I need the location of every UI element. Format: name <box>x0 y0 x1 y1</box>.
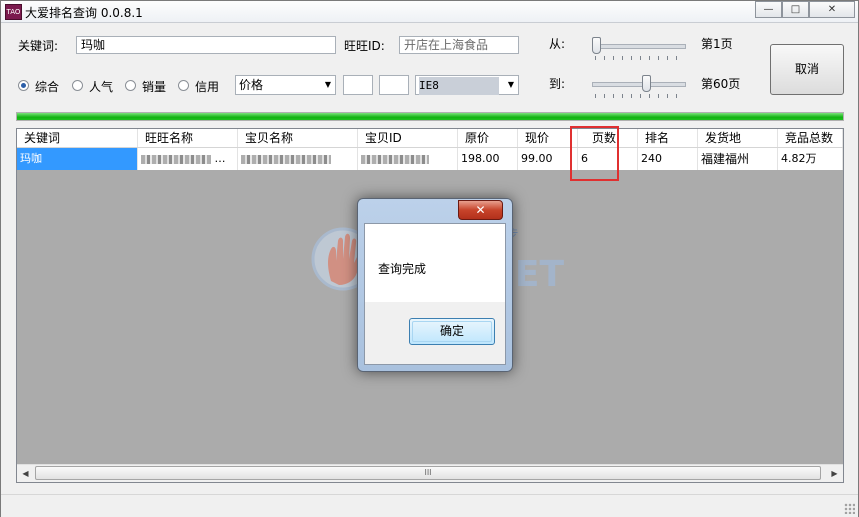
keyword-label: 关键词: <box>18 39 59 53</box>
cell-keyword: 玛咖 <box>17 148 138 170</box>
app-icon: TAO <box>5 4 22 20</box>
sort-option-label: 综合 <box>35 80 60 94</box>
cell-wangwang: … <box>138 148 238 170</box>
scroll-right-icon[interactable]: ▶ <box>826 465 843 482</box>
column-header-total[interactable]: 竞品总数 <box>778 129 843 147</box>
cell-title <box>238 148 358 170</box>
ok-button-label: 确定 <box>439 324 464 338</box>
radio-综合[interactable] <box>18 80 29 91</box>
column-header-orig-price[interactable]: 原价 <box>458 129 518 147</box>
column-header-id[interactable]: 宝贝ID <box>358 129 458 147</box>
minimize-button[interactable]: — <box>755 1 782 18</box>
message-dialog: ✕ 查询完成 确定 <box>357 198 513 372</box>
column-header-location[interactable]: 发货地 <box>698 129 778 147</box>
chevron-down-icon: ▼ <box>324 80 331 89</box>
progress-bar <box>16 112 844 121</box>
wangwang-input[interactable]: 开店在上海食品 <box>399 36 519 54</box>
column-header-wangwang[interactable]: 旺旺名称 <box>138 129 238 147</box>
window-title: 大爱排名查询 0.0.8.1 <box>25 6 143 20</box>
to-slider-thumb[interactable] <box>641 75 651 92</box>
column-header-keyword[interactable]: 关键词 <box>17 129 138 147</box>
highlight-box <box>570 126 619 181</box>
browser-select-value: IE8 <box>419 77 499 95</box>
keyword-input[interactable]: 玛咖 <box>76 36 336 54</box>
sort-option-label: 信用 <box>195 80 220 94</box>
cell-location: 福建福州 <box>698 148 778 170</box>
resize-grip-icon[interactable] <box>844 503 855 514</box>
cell-id <box>358 148 458 170</box>
blurred-text <box>141 154 211 164</box>
radio-销量[interactable] <box>125 80 136 91</box>
radio-信用[interactable] <box>178 80 189 91</box>
cell-price: 99.00 <box>518 148 578 170</box>
progress-fill <box>17 113 843 120</box>
from-slider-ticks <box>595 56 685 60</box>
to-slider-ticks <box>595 94 685 98</box>
browser-select[interactable]: IE8 ▼ <box>415 75 519 95</box>
sort-option-label: 销量 <box>142 80 167 94</box>
blurred-text <box>241 154 331 164</box>
main-window: TAO 大爱排名查询 0.0.8.1 — □ ✕ 关键词: 玛咖 旺旺ID: 开… <box>0 0 859 517</box>
cell-wangwang-suffix: … <box>214 152 226 165</box>
cancel-button[interactable]: 取消 <box>770 44 844 95</box>
to-label: 到: <box>549 77 566 91</box>
from-page-slider[interactable] <box>592 44 686 49</box>
scroll-thumb[interactable]: III <box>35 466 821 480</box>
cell-total: 4.82万 <box>778 148 843 170</box>
dialog-body: 查询完成 确定 <box>364 223 506 365</box>
table-header: 关键词 旺旺名称 宝贝名称 宝贝ID 原价 现价 页数 排名 发货地 竞品总数 <box>17 129 843 148</box>
dialog-close-button[interactable]: ✕ <box>458 200 503 220</box>
dialog-message-area: 查询完成 <box>365 224 505 302</box>
cell-orig-price: 198.00 <box>458 148 518 170</box>
table-row[interactable]: 玛咖 … 198.00 99.00 6 240 福建福州 4.82万 <box>17 148 843 170</box>
chevron-down-icon: ▼ <box>507 80 514 89</box>
radio-人气[interactable] <box>72 80 83 91</box>
column-header-rank[interactable]: 排名 <box>638 129 698 147</box>
ok-button[interactable]: 确定 <box>409 318 495 345</box>
horizontal-scrollbar[interactable]: ◀ III ▶ <box>17 464 843 482</box>
price-min-input[interactable] <box>343 75 373 95</box>
close-button[interactable]: ✕ <box>809 1 855 18</box>
wangwang-label: 旺旺ID: <box>344 39 385 53</box>
title-bar: TAO 大爱排名查询 0.0.8.1 — □ ✕ <box>1 1 858 23</box>
scroll-left-icon[interactable]: ◀ <box>17 465 34 482</box>
from-page-label: 第1页 <box>701 37 733 51</box>
from-label: 从: <box>549 37 566 51</box>
blurred-text <box>361 154 429 164</box>
dialog-message: 查询完成 <box>378 262 427 276</box>
column-header-price[interactable]: 现价 <box>518 129 578 147</box>
column-header-title[interactable]: 宝贝名称 <box>238 129 358 147</box>
cell-rank: 240 <box>638 148 698 170</box>
status-bar <box>1 494 858 517</box>
price-select[interactable]: 价格 ▼ <box>235 75 336 95</box>
maximize-button[interactable]: □ <box>782 1 809 18</box>
to-page-label: 第60页 <box>701 77 741 91</box>
price-select-value: 价格 <box>239 78 264 92</box>
from-slider-thumb[interactable] <box>592 37 601 54</box>
sort-option-label: 人气 <box>89 80 114 94</box>
to-page-slider[interactable] <box>592 82 686 87</box>
price-max-input[interactable] <box>379 75 409 95</box>
